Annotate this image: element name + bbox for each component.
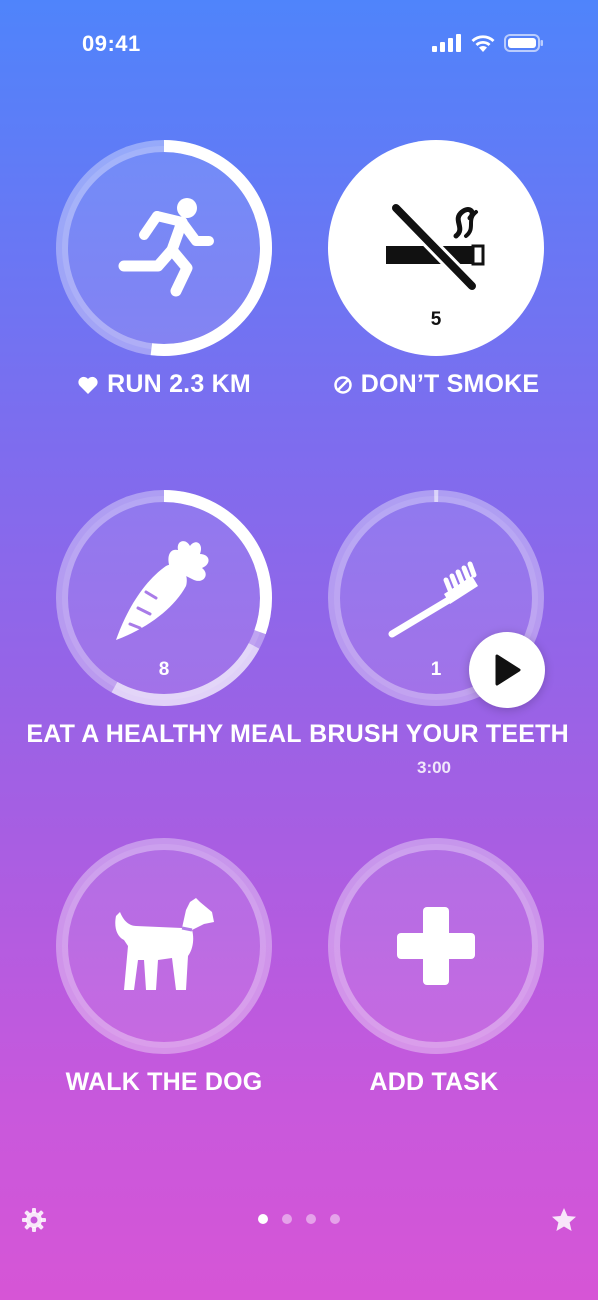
play-icon xyxy=(495,654,521,686)
add-task-title: ADD TASK xyxy=(369,1068,499,1096)
page-dot[interactable] xyxy=(282,1214,292,1224)
task-eat-healthy-title: EAT A HEALTHY MEAL xyxy=(26,720,302,748)
page-dot[interactable] xyxy=(258,1214,268,1224)
add-task-button[interactable] xyxy=(326,836,546,1056)
add-task-label: ADD TASK xyxy=(326,1068,542,1097)
task-walk-dog-label: WALK THE DOG xyxy=(54,1068,274,1097)
settings-gear-icon[interactable] xyxy=(20,1206,48,1234)
star-icon[interactable] xyxy=(550,1206,578,1234)
task-run-label: RUN 2.3 KM xyxy=(54,370,274,399)
battery-icon xyxy=(504,33,543,52)
task-dont-smoke[interactable]: 5 xyxy=(326,138,546,358)
task-run[interactable] xyxy=(54,138,274,358)
status-bar: 09:41 xyxy=(0,0,598,90)
status-icons xyxy=(432,33,544,52)
page-dot[interactable] xyxy=(306,1214,316,1224)
task-brush-teeth-title: BRUSH YOUR TEETH xyxy=(309,720,569,748)
task-timer: 3:00 xyxy=(416,758,452,777)
page-indicator[interactable] xyxy=(258,1214,340,1224)
task-walk-dog[interactable] xyxy=(54,836,274,1056)
task-count: 8 xyxy=(158,659,170,680)
task-brush-teeth-label: BRUSH YOUR TEETH xyxy=(302,720,569,749)
plus-icon xyxy=(397,907,475,985)
wifi-icon xyxy=(471,35,495,52)
task-dont-smoke-label: DON’T SMOKE xyxy=(314,370,558,399)
page-dot[interactable] xyxy=(330,1214,340,1224)
no-entry-icon xyxy=(333,375,352,394)
task-eat-healthy-label: EAT A HEALTHY MEAL xyxy=(26,720,301,749)
dog-icon xyxy=(115,898,214,990)
task-count: 5 xyxy=(430,309,442,330)
runner-icon xyxy=(118,198,214,297)
cellular-signal-icon xyxy=(432,33,461,52)
task-dont-smoke-title: DON’T SMOKE xyxy=(360,370,540,398)
task-walk-dog-title: WALK THE DOG xyxy=(65,1068,263,1096)
task-eat-healthy[interactable]: 8 xyxy=(54,488,274,708)
heart-icon xyxy=(78,376,98,394)
play-timer-button[interactable] xyxy=(469,632,545,708)
status-time: 09:41 xyxy=(82,31,141,56)
task-run-title: RUN 2.3 KM xyxy=(107,370,251,398)
